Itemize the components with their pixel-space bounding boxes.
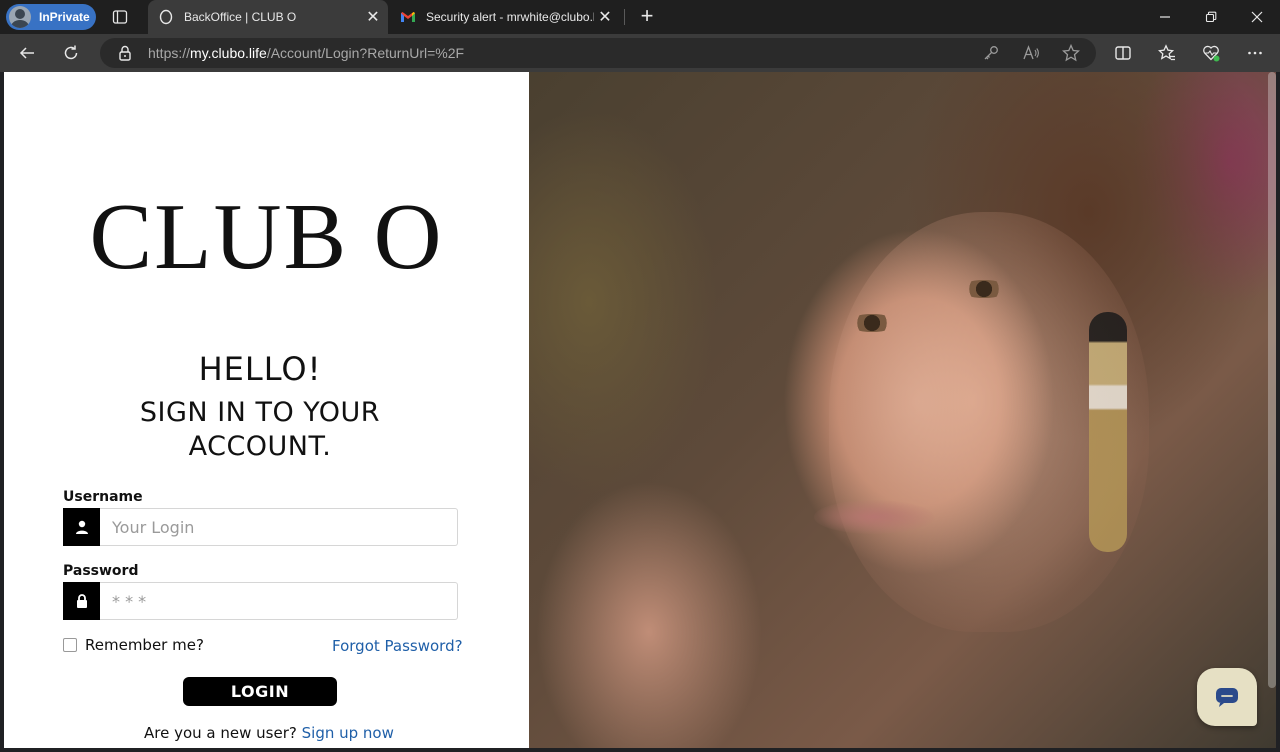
- favorite-star-icon[interactable]: [1062, 44, 1080, 62]
- sign-up-link[interactable]: Sign up now: [302, 724, 394, 742]
- close-icon: [1251, 11, 1263, 23]
- key-icon[interactable]: [982, 44, 1000, 62]
- refresh-button[interactable]: [56, 38, 86, 68]
- user-icon: [63, 508, 100, 546]
- url-text[interactable]: https://my.clubo.life/Account/Login?Retu…: [148, 45, 464, 61]
- remember-me-label[interactable]: Remember me?: [85, 636, 204, 654]
- tab-close-icon[interactable]: ✕: [362, 6, 384, 28]
- password-input[interactable]: [100, 582, 458, 620]
- new-tab-button[interactable]: +: [636, 5, 658, 28]
- url-path: /Account/Login?ReturnUrl=%2F: [266, 45, 465, 61]
- back-button[interactable]: [12, 38, 42, 68]
- hero-portrait-image: [529, 72, 1276, 748]
- address-bar[interactable]: https://my.clubo.life/Account/Login?Retu…: [100, 38, 1096, 68]
- tab-security-alert[interactable]: Security alert - mrwhite@clubo.life ✕: [390, 0, 620, 34]
- tab-title: BackOffice | CLUB O: [184, 10, 297, 24]
- split-screen-icon: [1115, 46, 1131, 60]
- gmail-icon: [400, 9, 416, 25]
- login-button[interactable]: LOGIN: [183, 677, 337, 706]
- portrait-eye: [959, 280, 1009, 298]
- settings-more-button[interactable]: [1240, 38, 1270, 68]
- portrait-eye: [847, 314, 897, 332]
- url-host: my.clubo.life: [190, 45, 267, 61]
- split-screen-button[interactable]: [1108, 38, 1138, 68]
- username-label: Username: [63, 489, 143, 505]
- password-group: [63, 582, 458, 620]
- username-input[interactable]: [100, 508, 458, 546]
- page-content: CLUB O HELLO! SIGN IN TO YOUR ACCOUNT. U…: [4, 72, 1276, 748]
- login-panel: CLUB O HELLO! SIGN IN TO YOUR ACCOUNT. U…: [4, 72, 529, 748]
- close-window-button[interactable]: [1234, 0, 1280, 34]
- refresh-icon: [64, 45, 78, 60]
- inprivate-button[interactable]: InPrivate: [6, 4, 96, 30]
- new-user-prompt: Are you a new user? Sign up now: [144, 724, 394, 742]
- more-dots-icon: [1248, 51, 1262, 55]
- forgot-password-link[interactable]: Forgot Password?: [332, 637, 463, 655]
- profile-avatar-icon: [9, 6, 31, 28]
- tab-actions-button[interactable]: [108, 6, 132, 28]
- tab-separator: [624, 9, 625, 25]
- tab-strip: InPrivate BackOffice | CLUB O ✕ Security…: [0, 0, 1280, 34]
- portrait-earring: [1089, 312, 1127, 552]
- lock-icon: [63, 582, 100, 620]
- read-aloud-icon[interactable]: [1022, 44, 1040, 62]
- signin-subtitle: SIGN IN TO YOUR ACCOUNT.: [139, 397, 381, 462]
- remember-me-row[interactable]: Remember me?: [63, 636, 204, 654]
- restore-button[interactable]: [1188, 0, 1234, 34]
- greeting-heading: HELLO!: [198, 350, 322, 388]
- chat-icon: [1216, 688, 1238, 707]
- minimize-icon: [1160, 16, 1170, 18]
- username-group: [63, 508, 458, 546]
- heart-pulse-icon: [1203, 45, 1220, 62]
- tab-close-icon[interactable]: ✕: [594, 6, 616, 28]
- browser-toolbar: https://my.clubo.life/Account/Login?Retu…: [0, 34, 1280, 72]
- lock-icon[interactable]: [116, 44, 134, 62]
- back-arrow-icon: [19, 47, 34, 59]
- favorites-icon: [1158, 44, 1175, 61]
- inprivate-label: InPrivate: [39, 10, 90, 24]
- minimize-button[interactable]: [1142, 0, 1188, 34]
- password-label: Password: [63, 563, 139, 579]
- restore-icon: [1205, 11, 1217, 23]
- new-user-text: Are you a new user?: [144, 724, 297, 742]
- url-scheme: https://: [148, 45, 191, 61]
- tab-actions-icon: [112, 10, 128, 24]
- clubo-favicon-icon: [158, 9, 174, 25]
- tab-backoffice[interactable]: BackOffice | CLUB O ✕: [148, 0, 388, 34]
- clubo-logo: CLUB O: [89, 185, 444, 289]
- browser-essentials-button[interactable]: [1196, 38, 1226, 68]
- favorites-button[interactable]: [1152, 38, 1182, 68]
- portrait-lips: [814, 500, 934, 534]
- page-scrollbar[interactable]: [1268, 72, 1276, 688]
- remember-me-checkbox[interactable]: [63, 638, 77, 652]
- chat-widget-button[interactable]: [1197, 668, 1257, 726]
- tab-title: Security alert - mrwhite@clubo.life: [426, 10, 594, 24]
